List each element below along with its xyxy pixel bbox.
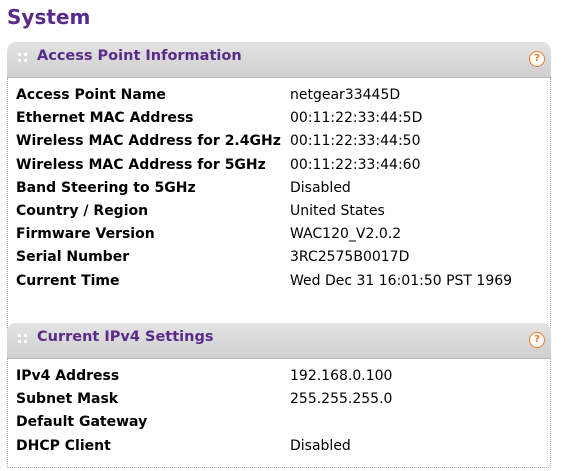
row-value: netgear33445D: [290, 87, 401, 103]
ipv4-settings-title: Current IPv4 Settings: [37, 329, 214, 345]
access-point-info-title: Access Point Information: [37, 48, 242, 64]
info-row-firmware-version: Firmware Version WAC120_V2.0.2: [8, 222, 550, 245]
row-label: Ethernet MAC Address: [16, 110, 194, 127]
info-row-subnet-mask: Subnet Mask 255.255.255.0: [8, 387, 550, 410]
row-value: Disabled: [290, 179, 351, 196]
ipv4-settings-header: Current IPv4 Settings ?: [7, 323, 551, 359]
row-label: IPv4 Address: [16, 368, 120, 384]
info-row-wireless-mac-5ghz: Wireless MAC Address for 5GHz 00:11:22:3…: [8, 153, 550, 176]
row-label: Subnet Mask: [16, 391, 119, 408]
access-point-info-header: Access Point Information ?: [7, 42, 551, 78]
row-value: 00:11:22:33:44:60: [290, 156, 421, 173]
row-label: Wireless MAC Address for 5GHz: [16, 156, 266, 173]
row-value: 00:11:22:33:44:50: [290, 133, 421, 150]
row-label: Default Gateway: [16, 414, 148, 431]
drag-grip-icon: [18, 53, 28, 63]
row-value: Disabled: [290, 437, 351, 454]
row-value: 3RC2575B0017D: [290, 249, 410, 266]
row-label: Current Time: [16, 272, 120, 289]
info-row-access-point-name: Access Point Name netgear33445D: [8, 83, 550, 106]
info-row-dhcp-client: DHCP Client Disabled: [8, 434, 550, 457]
info-row-ipv4-address: IPv4 Address 192.168.0.100: [8, 364, 550, 387]
row-label: DHCP Client: [16, 437, 111, 454]
info-row-wireless-mac-24ghz: Wireless MAC Address for 2.4GHz 00:11:22…: [8, 129, 550, 152]
row-value: WAC120_V2.0.2: [290, 226, 402, 243]
help-icon[interactable]: ?: [529, 51, 545, 67]
row-value: United States: [290, 202, 385, 219]
info-row-serial-number: Serial Number 3RC2575B0017D: [8, 245, 550, 268]
row-value: 192.168.0.100: [290, 368, 393, 384]
row-value: Wed Dec 31 16:01:50 PST 1969: [290, 272, 513, 289]
access-point-info-panel: Access Point Information ? Access Point …: [7, 42, 551, 332]
access-point-info-body: Access Point Name netgear33445D Ethernet…: [7, 78, 551, 332]
row-value: 00:11:22:33:44:5D: [290, 110, 423, 127]
ipv4-settings-panel: Current IPv4 Settings ? IPv4 Address 192…: [7, 323, 551, 468]
row-label: Serial Number: [16, 249, 130, 266]
row-label: Country / Region: [16, 202, 149, 219]
row-value: 255.255.255.0: [290, 391, 393, 408]
info-row-current-time: Current Time Wed Dec 31 16:01:50 PST 196…: [8, 269, 550, 292]
info-row-ethernet-mac: Ethernet MAC Address 00:11:22:33:44:5D: [8, 106, 550, 129]
row-label: Access Point Name: [16, 87, 166, 103]
row-label: Wireless MAC Address for 2.4GHz: [16, 133, 281, 150]
ipv4-settings-body: IPv4 Address 192.168.0.100 Subnet Mask 2…: [7, 359, 551, 468]
drag-grip-icon: [18, 334, 28, 344]
row-label: Band Steering to 5GHz: [16, 179, 196, 196]
info-row-band-steering: Band Steering to 5GHz Disabled: [8, 176, 550, 199]
row-label: Firmware Version: [16, 226, 155, 243]
info-row-default-gateway: Default Gateway: [8, 410, 550, 433]
info-row-country-region: Country / Region United States: [8, 199, 550, 222]
help-icon[interactable]: ?: [529, 332, 545, 348]
page-title: System: [7, 5, 91, 29]
